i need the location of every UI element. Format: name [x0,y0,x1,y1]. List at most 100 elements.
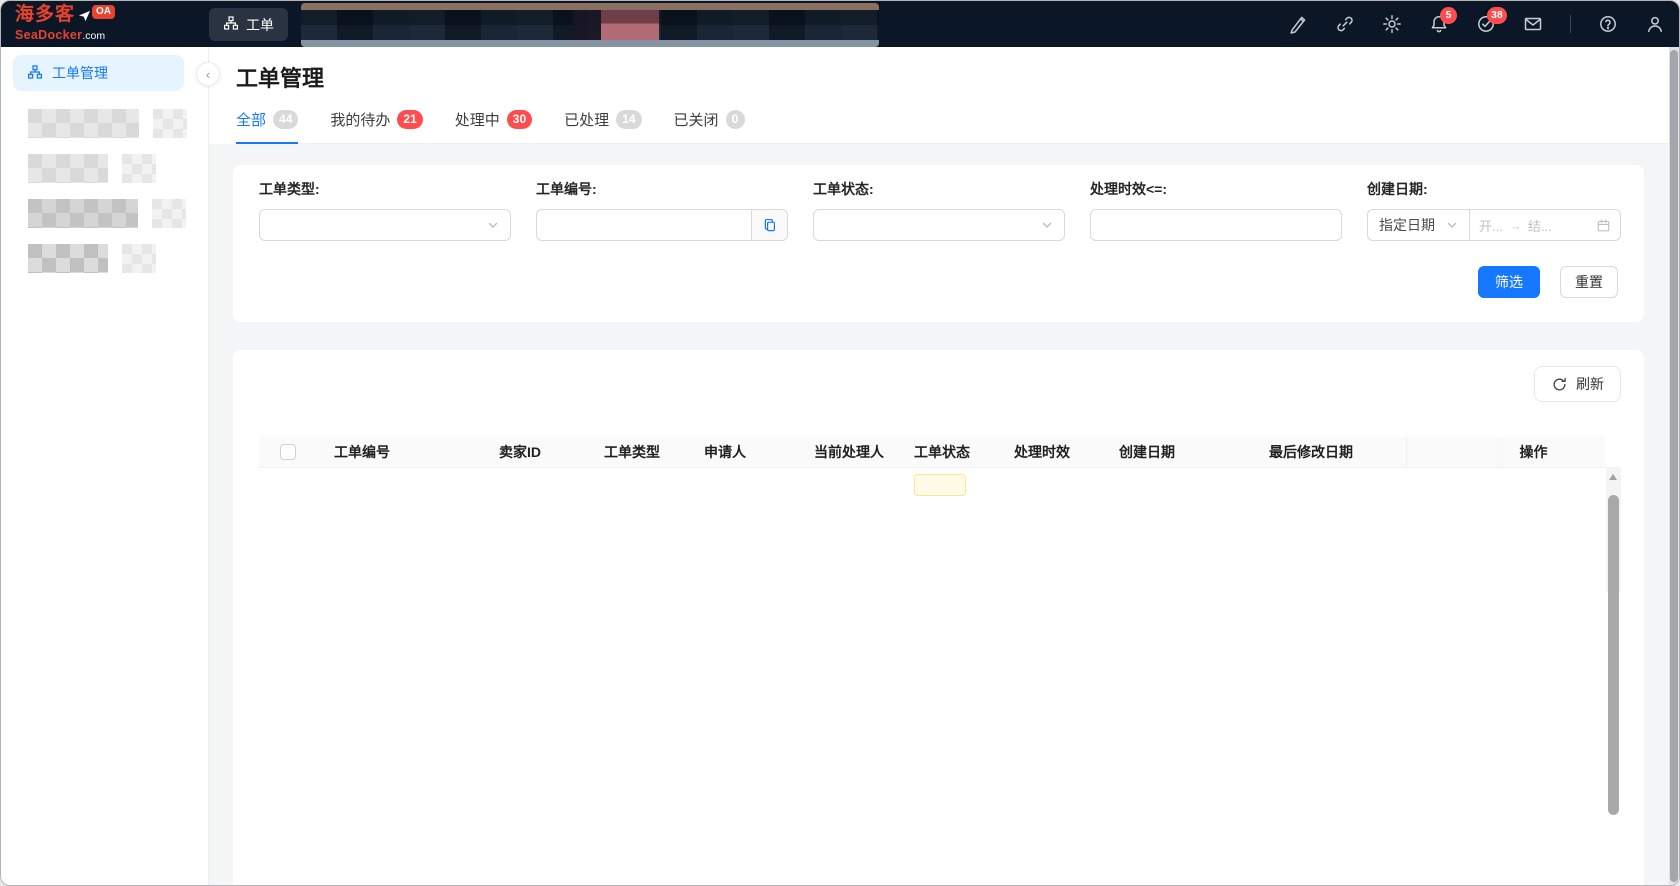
sidebar-collapse-button[interactable]: ‹ [196,62,220,86]
col-status: 工单状态 [896,437,996,467]
col-sla: 处理时效 [996,437,1101,467]
col-order-no: 工单编号 [316,437,481,467]
mail-icon[interactable] [1523,14,1543,34]
chevron-down-icon [1446,219,1458,231]
page-scrollbar[interactable] [1669,47,1679,885]
sidebar-item-label: 工单管理 [52,63,108,83]
tab-bar: 全部 44 我的待办 21 处理中 30 已处理 14 已关闭 0 [236,109,1679,144]
order-status-select[interactable] [813,209,1065,241]
bell-badge: 5 [1440,7,1457,24]
table-area: 工单编号 卖家ID 工单类型 申请人 当前处理人 工单状态 处理时效 创建日期 … [259,437,1621,499]
filter-field-order-type: 工单类型: [259,179,511,241]
app-window: 海多客 OA SeaDocker.com 工单 [0,0,1680,886]
bell-icon[interactable]: 5 [1429,14,1449,34]
user-icon[interactable] [1645,14,1665,34]
workorder-nav-button[interactable]: 工单 [209,8,288,41]
filter-field-order-status: 工单状态: [813,179,1065,241]
order-no-label: 工单编号: [536,179,788,199]
filter-reset-button[interactable]: 重置 [1560,266,1618,298]
range-arrow-icon: → [1509,218,1522,233]
censored-sidebar-items [1,109,208,273]
tab-count-badge: 0 [726,110,745,129]
order-no-input[interactable] [537,210,751,240]
copy-icon[interactable] [751,210,787,240]
table-scrollbar[interactable] [1606,467,1621,592]
order-type-label: 工单类型: [259,179,511,199]
tab-all[interactable]: 全部 44 [236,109,298,143]
tab-processed[interactable]: 已处理 14 [564,109,641,143]
tab-count-badge: 44 [273,110,298,129]
filter-actions: 筛选 重置 [259,266,1618,298]
oa-badge: OA [92,5,115,19]
page-title: 工单管理 [236,61,1679,93]
filter-panel: 工单类型: 工单编号: [233,165,1644,322]
paper-plane-icon [78,9,91,26]
brand-name-cn: 海多客 [15,5,75,24]
sitemap-icon [223,15,239,34]
order-status-label: 工单状态: [813,179,1065,199]
filter-submit-button[interactable]: 筛选 [1478,266,1540,298]
sla-input-group [1090,209,1342,241]
col-applicant: 申请人 [686,437,796,467]
refresh-button[interactable]: 刷新 [1534,366,1621,402]
select-all-checkbox[interactable] [280,444,296,460]
tab-count-badge: 14 [616,110,641,129]
date-range-picker[interactable]: 开... → 结... [1469,209,1621,241]
navbar-actions: 5 38 [1288,1,1665,47]
content-area: 工单类型: 工单编号: [209,144,1679,885]
help-icon[interactable] [1598,14,1618,34]
chevron-down-icon [487,219,499,231]
main-content: 工单管理 全部 44 我的待办 21 处理中 30 已处理 14 [209,47,1679,885]
brand-logo[interactable]: 海多客 OA SeaDocker.com [15,5,115,43]
end-date-placeholder: 结... [1528,216,1552,235]
brand-name-en: SeaDocker [15,28,82,42]
col-spacer [1406,437,1501,467]
workorder-table: 工单编号 卖家ID 工单类型 申请人 当前处理人 工单状态 处理时效 创建日期 … [259,437,1606,499]
tab-processing[interactable]: 处理中 30 [455,109,532,143]
status-badge [914,474,966,496]
top-navbar: 海多客 OA SeaDocker.com 工单 [1,1,1679,47]
col-modified: 最后修改日期 [1251,437,1406,467]
page-header: 工单管理 全部 44 我的待办 21 处理中 30 已处理 14 [209,47,1679,144]
settings-icon[interactable] [1382,14,1402,34]
tab-my-todo[interactable]: 我的待办 21 [330,109,422,143]
col-seller-id: 卖家ID [481,437,586,467]
pen-icon[interactable] [1288,14,1308,34]
col-handler: 当前处理人 [796,437,896,467]
col-created: 创建日期 [1101,437,1251,467]
table-header: 工单编号 卖家ID 工单类型 申请人 当前处理人 工单状态 处理时效 创建日期 … [259,437,1606,467]
sidebar-item-workorder-management[interactable]: 工单管理 [13,55,184,91]
tab-count-badge: 30 [507,110,532,129]
table-body [259,467,1606,499]
sla-input[interactable] [1091,210,1341,240]
tab-closed[interactable]: 已关闭 0 [674,109,745,143]
date-filter-group: 指定日期 开... → 结... [1367,209,1621,241]
table-row-partial [259,467,1606,499]
col-order-type: 工单类型 [586,437,686,467]
tab-count-badge: 21 [397,110,422,129]
sla-label: 处理时效<=: [1090,179,1342,199]
navbar-divider [1570,15,1571,33]
todo-badge: 38 [1487,7,1507,24]
scrollbar-thumb[interactable] [1608,495,1619,815]
workorder-table-panel: 刷新 工单编号 卖家I [233,350,1644,885]
check-circle-icon[interactable]: 38 [1476,14,1496,34]
censored-sidebar-item [28,199,208,228]
calendar-icon [1596,218,1611,233]
sidebar: 工单管理 ‹ [1,47,209,885]
scrollbar-up-arrow[interactable] [1609,474,1617,480]
start-date-placeholder: 开... [1479,216,1503,235]
filter-field-order-no: 工单编号: [536,179,788,241]
censored-sidebar-item [28,109,208,138]
chevron-down-icon [1041,219,1053,231]
sitemap-icon [27,64,43,83]
col-actions: 操作 [1501,437,1606,467]
censored-sidebar-item [28,154,208,183]
link-icon[interactable] [1335,14,1355,34]
order-type-select[interactable] [259,209,511,241]
date-mode-select[interactable]: 指定日期 [1367,209,1469,241]
brand-tld: .com [82,30,105,42]
filter-field-sla: 处理时效<=: [1090,179,1342,241]
select-all-cell [259,437,316,467]
filter-field-created-date: 创建日期: 指定日期 开... → 结... [1367,179,1621,241]
